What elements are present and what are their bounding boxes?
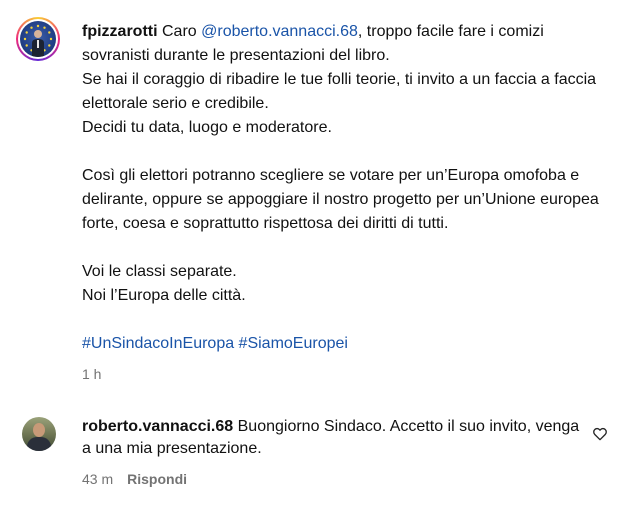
reply-button[interactable]: Rispondi xyxy=(127,471,187,487)
reply-avatar[interactable] xyxy=(22,417,56,451)
caption-intro: Caro xyxy=(162,23,202,40)
hashtag-links[interactable]: #UnSindacoInEuropa #SiamoEuropei xyxy=(82,335,348,352)
reply-username[interactable]: roberto.vannacci.68 xyxy=(82,418,233,435)
post-time[interactable]: 1 h xyxy=(82,366,101,382)
person-silhouette xyxy=(32,30,44,57)
heart-outline-icon[interactable] xyxy=(592,426,608,442)
post-username[interactable]: fpizzarotti xyxy=(82,23,158,40)
post-avatar[interactable] xyxy=(16,17,60,61)
reply-comment: roberto.vannacci.68 Buongiorno Sindaco. … xyxy=(82,416,582,460)
reply-time[interactable]: 43 m xyxy=(82,471,113,487)
caption-text: , troppo facile fare i comizi sovranisti… xyxy=(82,23,599,304)
profile-avatar-eu-flag-icon xyxy=(20,21,56,57)
mention-link[interactable]: @roberto.vannacci.68 xyxy=(201,23,358,40)
reply-meta: 43 m Rispondi xyxy=(82,471,187,487)
post-caption: fpizzarotti Caro @roberto.vannacci.68, t… xyxy=(82,20,602,356)
